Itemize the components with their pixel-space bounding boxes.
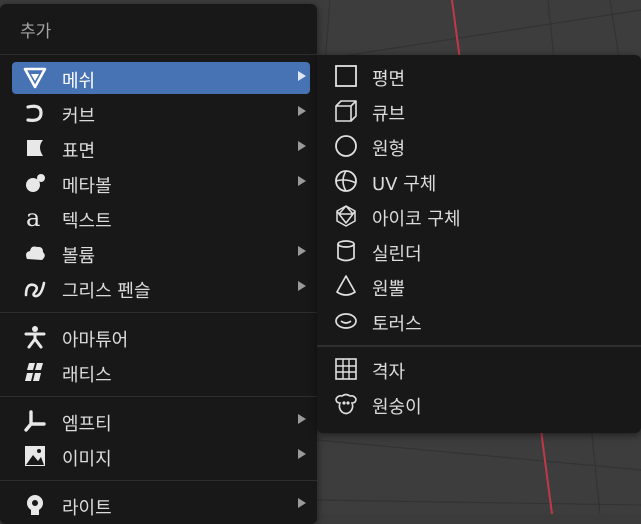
menu-item-grease-pencil[interactable]: 그리스 펜슬 [12, 272, 310, 304]
menu-divider [0, 396, 317, 397]
menu-item-light[interactable]: 라이트 [12, 489, 310, 521]
menu-item-label: 아마튜어 [62, 330, 129, 351]
submenu-arrow-icon [298, 71, 306, 81]
submenu-item-grid[interactable]: 격자 [329, 353, 629, 385]
submenu-item-circle[interactable]: 원형 [329, 130, 629, 162]
submenu-item-plane[interactable]: 평면 [329, 60, 629, 92]
menu-item-label: 볼륨 [62, 246, 96, 267]
submenu-item-monkey[interactable]: 원숭이 [329, 388, 629, 420]
submenu-item-label: 아이코 구체 [372, 209, 461, 230]
submenu-item-label: 실린더 [372, 244, 422, 265]
submenu-arrow-icon [298, 498, 306, 508]
plane-icon [333, 64, 359, 88]
menu-item-label: 표면 [62, 141, 96, 162]
menu-item-label: 그리스 펜슬 [62, 281, 151, 302]
menu-item-curve[interactable]: 커브 [12, 97, 310, 129]
submenu-item-label: 원형 [372, 139, 406, 160]
x-axis-line-lower [540, 429, 553, 514]
submenu-item-label: 격자 [372, 362, 406, 383]
submenu-arrow-icon [298, 106, 306, 116]
submenu-item-uv-sphere[interactable]: UV 구체 [329, 165, 629, 197]
menu-item-volume[interactable]: 볼륨 [12, 237, 310, 269]
text-icon: a [22, 206, 48, 230]
menu-item-surface[interactable]: 표면 [12, 132, 310, 164]
monkey-icon [333, 392, 359, 416]
submenu-arrow-icon [298, 449, 306, 459]
menu-item-label: 래티스 [62, 365, 112, 386]
uv-sphere-icon [333, 169, 359, 193]
menu-divider [0, 54, 317, 55]
cylinder-icon [333, 239, 359, 263]
submenu-item-label: 큐브 [372, 104, 406, 125]
menu-item-label: 커브 [62, 106, 96, 127]
submenu-arrow-icon [298, 414, 306, 424]
torus-icon [333, 309, 359, 333]
submenu-arrow-icon [298, 176, 306, 186]
circle-icon [333, 134, 359, 158]
menu-item-label: 엠프티 [62, 414, 112, 435]
menu-divider [0, 480, 317, 481]
submenu-item-ico-sphere[interactable]: 아이코 구체 [329, 200, 629, 232]
menu-item-metaball[interactable]: 메타볼 [12, 167, 310, 199]
menu-item-label: 메쉬 [62, 71, 96, 92]
submenu-item-label: 평면 [372, 69, 406, 90]
menu-item-label: 메타볼 [62, 176, 112, 197]
submenu-item-label: 토러스 [372, 314, 422, 335]
curve-icon [22, 101, 48, 125]
empty-icon [22, 409, 48, 433]
menu-item-text[interactable]: a 텍스트 [12, 202, 310, 234]
menu-item-lattice[interactable]: 래티스 [12, 356, 310, 388]
menu-item-label: 라이트 [62, 498, 112, 519]
submenu-arrow-icon [298, 281, 306, 291]
light-icon [22, 493, 48, 517]
submenu-arrow-icon [298, 246, 306, 256]
mesh-submenu: 평면 큐브 원형 UV 구체 아이코 구체 실린더 원뿔 토러스 격자 원숭이 [317, 55, 641, 433]
submenu-item-cylinder[interactable]: 실린더 [329, 235, 629, 267]
grease-pencil-icon [22, 276, 48, 300]
svg-text:a: a [26, 206, 40, 230]
metaball-icon [22, 171, 48, 195]
submenu-item-label: UV 구체 [372, 174, 437, 195]
submenu-item-torus[interactable]: 토러스 [329, 305, 629, 337]
submenu-item-label: 원숭이 [372, 397, 422, 418]
menu-item-image[interactable]: 이미지 [12, 440, 310, 472]
x-axis-line [451, 0, 461, 61]
armature-icon [22, 325, 48, 349]
menu-item-empty[interactable]: 엠프티 [12, 405, 310, 437]
menu-divider [0, 312, 317, 313]
submenu-item-cone[interactable]: 원뿔 [329, 270, 629, 302]
menu-item-armature[interactable]: 아마튜어 [12, 321, 310, 353]
menu-item-label: 이미지 [62, 449, 112, 470]
submenu-item-cube[interactable]: 큐브 [329, 95, 629, 127]
volume-icon [22, 241, 48, 265]
menu-title: 추가 [20, 22, 52, 42]
surface-icon [22, 136, 48, 160]
submenu-divider [317, 345, 641, 347]
submenu-item-label: 원뿔 [372, 279, 406, 300]
ico-sphere-icon [333, 204, 359, 228]
cube-icon [333, 99, 359, 123]
submenu-arrow-icon [298, 141, 306, 151]
menu-item-mesh[interactable]: 메쉬 [12, 62, 310, 94]
grid-icon [333, 357, 359, 381]
image-icon [22, 444, 48, 468]
add-menu: 추가 메쉬 커브 표면 메타볼 a 텍스트 볼륨 그리스 펜슬 아마튜어 래티스… [0, 4, 317, 524]
cone-icon [333, 274, 359, 298]
menu-item-label: 텍스트 [62, 211, 112, 232]
mesh-icon [22, 66, 48, 90]
lattice-icon [22, 360, 48, 384]
